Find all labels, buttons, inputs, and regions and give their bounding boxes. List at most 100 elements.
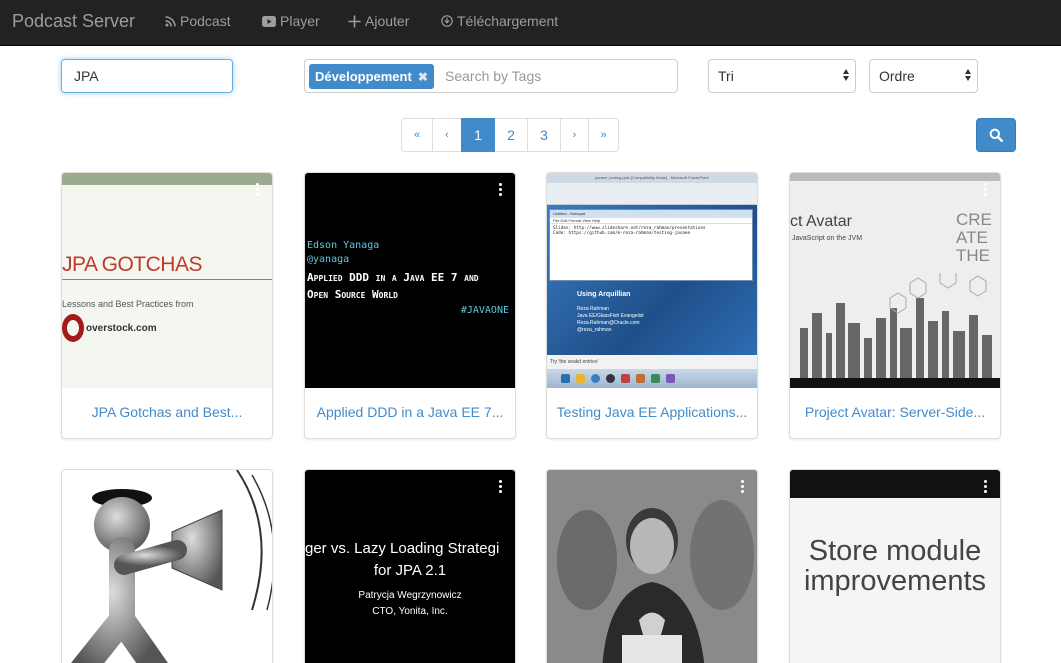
select-arrows-icon [843,69,849,81]
episode-thumbnail[interactable]: Store module improvements [790,470,1000,663]
page-next[interactable]: › [560,118,589,152]
episode-card[interactable]: ct Avatar JavaScript on the JVM CREATE T… [789,172,1001,439]
kebab-menu-icon[interactable] [256,183,260,196]
episode-title[interactable]: JPA Gotchas and Best... [70,404,264,420]
kebab-menu-icon[interactable] [741,480,745,493]
episode-thumbnail[interactable]: JPA GOTCHAS Lessons and Best Practices f… [62,173,272,388]
thumb-role: Java EE/GlassFish Evangelist [577,313,644,319]
thumb-headline: ct Avatar [790,213,852,230]
thumb-side-text: CREATE THE FUTU [956,211,992,267]
thumb-email: Reza.Rahman@Oracle.com [577,320,640,326]
nav-player[interactable]: Player [262,13,320,29]
thumb-headline: JPA GOTCHAS [62,253,202,276]
page-2[interactable]: 2 [494,118,528,152]
select-arrows-icon [965,69,971,81]
nav-podcast[interactable]: Podcast [165,13,231,29]
speaker-photo [547,470,757,663]
episode-title[interactable]: Applied DDD in a Java EE 7... [313,404,507,420]
nav-player-label: Player [280,13,320,29]
order-select[interactable]: Ordre [869,59,978,93]
page-first[interactable]: « [401,118,433,152]
thumb-author: Edson Yanaga [307,240,380,251]
episode-card[interactable]: Edson Yanaga @yanaga Applied DDD in a Ja… [304,172,516,439]
thumb-line2: Open Source World [307,288,398,301]
page-prev[interactable]: ‹ [432,118,462,152]
thumb-city-graphic [790,273,1000,388]
thumb-subline: Lessons and Best Practices from [62,299,194,309]
thumb-author: Patrycja Wegrzynowicz [358,590,462,601]
thumb-notepad-window: Untitled - Notepad File Edit Format View… [549,209,753,281]
nav-telechargement[interactable]: Téléchargement [441,13,558,29]
thumb-handle: @yanaga [307,254,350,265]
thumb-line1: ger vs. Lazy Loading Strategi [305,540,500,557]
search-input[interactable]: JPA [61,59,233,93]
episode-thumbnail[interactable] [547,470,757,663]
order-select-value: Ordre [879,68,915,84]
nav-podcast-label: Podcast [180,13,231,29]
search-icon [989,128,1003,142]
thumb-line2: improvements [803,565,987,597]
nav-ajouter-label: Ajouter [365,13,410,29]
kebab-menu-icon[interactable] [984,183,988,196]
episode-thumbnail[interactable]: ger vs. Lazy Loading Strategi for JPA 2.… [305,470,515,663]
download-icon [441,15,453,27]
pagination: « ‹ 1 2 3 › » [401,118,619,152]
page-last[interactable]: » [588,118,619,152]
episode-title[interactable]: Project Avatar: Server-Side... [798,404,992,420]
plus-icon [348,15,361,27]
episode-card[interactable] [61,469,273,663]
page-3[interactable]: 3 [527,118,561,152]
episode-thumbnail[interactable]: ct Avatar JavaScript on the JVM CREATE T… [790,173,1000,388]
episode-card[interactable] [546,469,758,663]
thumb-band [790,470,1000,498]
nav-ajouter[interactable]: Ajouter [348,13,409,29]
episode-card[interactable]: Store module improvements [789,469,1001,663]
thumb-taskbar [547,369,757,388]
thumb-presenter: Reza Rahman [577,306,609,312]
podcast-placeholder-icon [71,470,272,663]
thumb-subline: JavaScript on the JVM [792,235,863,242]
thumb-twitter: @reza_rahman [577,327,612,333]
thumb-footer: Try 'the seakd entries' [547,355,757,369]
episode-card[interactable]: JPA GOTCHAS Lessons and Best Practices f… [61,172,273,439]
episode-title[interactable]: Testing Java EE Applications... [555,404,749,420]
nav-telechargement-label: Téléchargement [457,13,559,29]
thumb-band [62,173,272,185]
sort-select-value: Tri [718,68,734,84]
navbar: Podcast Server Podcast Player Ajouter Té… [0,0,1061,46]
thumb-divider [62,279,272,280]
search-button[interactable] [976,118,1016,152]
page-1[interactable]: 1 [461,118,495,152]
sort-select[interactable]: Tri [708,59,856,93]
kebab-menu-icon[interactable] [499,480,503,493]
tag-label: Développement [315,69,412,84]
tags-placeholder: Search by Tags [445,68,542,84]
thumb-app-title: javaee_testing.pptx [Compatibility Mode]… [547,173,757,183]
remove-tag-icon[interactable]: ✖ [418,70,428,84]
thumb-line1: Store module [808,535,982,567]
tag-developpement: Développement ✖ [309,64,434,89]
brand[interactable]: Podcast Server [12,11,135,32]
thumb-hashtag: #JAVAONE [460,305,509,316]
episode-thumbnail[interactable] [62,470,272,663]
episode-thumbnail[interactable]: Edson Yanaga @yanaga Applied DDD in a Ja… [305,173,515,388]
thumb-notepad-line2: Code: https://github.com/m-reza-rahman/t… [553,231,691,236]
episode-thumbnail[interactable]: javaee_testing.pptx [Compatibility Mode]… [547,173,757,388]
kebab-menu-icon[interactable] [499,183,503,196]
thumb-line2: for JPA 2.1 [373,562,447,579]
overstock-logo-text: overstock.com [86,322,157,334]
thumb-notepad-title: Untitled - Notepad [550,210,752,218]
thumb-ribbon [547,183,757,205]
thumb-line1: Applied DDD in a Java EE 7 and [307,271,479,284]
youtube-play-icon [262,15,276,27]
kebab-menu-icon[interactable] [984,480,988,493]
thumb-band [790,173,1000,181]
thumb-role: CTO, Yonita, Inc. [372,606,448,617]
episode-card[interactable]: javaee_testing.pptx [Compatibility Mode]… [546,172,758,439]
rss-icon [165,15,176,27]
overstock-logo: overstock.com [62,314,157,342]
thumb-notepad-line1: Slides: http://www.slideshare.net/reza_r… [553,226,706,231]
overstock-logo-icon [62,314,84,342]
episode-card[interactable]: ger vs. Lazy Loading Strategi for JPA 2.… [304,469,516,663]
tags-input[interactable]: Développement ✖ Search by Tags [304,59,678,93]
